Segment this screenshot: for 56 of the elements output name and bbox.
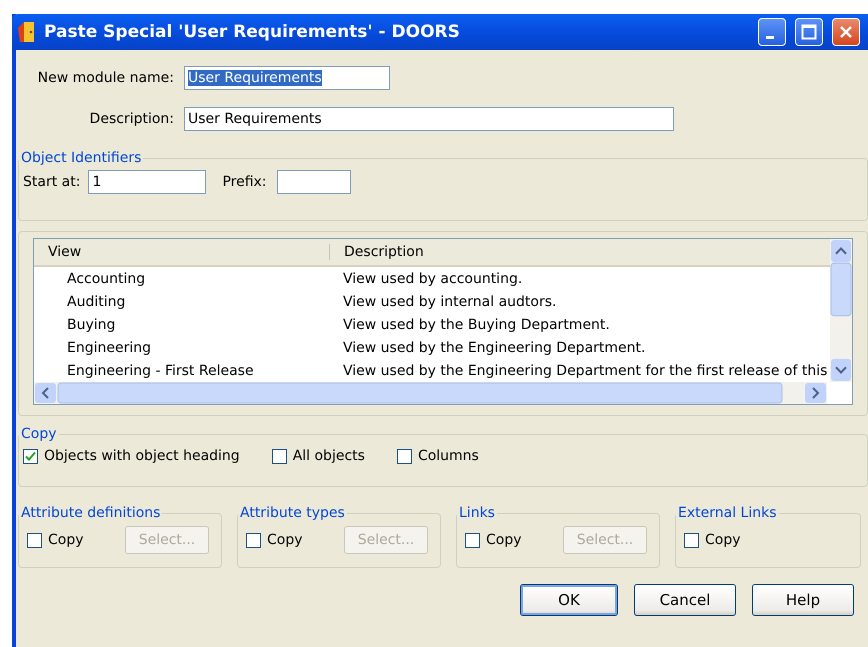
checkbox[interactable] (272, 448, 287, 464)
checkbox-label[interactable]: Copy (246, 532, 303, 548)
table-cell-text: Auditing (66, 294, 126, 310)
checkbox-label[interactable]: Objects with object heading (23, 448, 240, 464)
field-label: Description: (88, 111, 174, 127)
field-label: Start at: (23, 174, 80, 190)
dialog-button[interactable]: Help (752, 584, 854, 616)
close-button[interactable] (832, 18, 860, 46)
list-row[interactable]: Accounting View used by accounting. (34, 267, 830, 290)
checkbox-label[interactable]: All objects (272, 448, 365, 464)
minimize-icon (766, 36, 774, 38)
table-cell-text: Buying (66, 316, 116, 332)
checkbox[interactable] (23, 448, 38, 464)
table-cell-text: View used by the Engineering Department for the first release of this (342, 362, 828, 378)
field-label: Prefix: (222, 174, 267, 190)
table-cell-text: View used by accounting. (342, 270, 524, 286)
list-row[interactable]: Auditing View used by internal audtors. (34, 290, 830, 313)
list-row[interactable]: Engineering - First Release View used by the Engineering Department for the first release of this (34, 359, 830, 382)
list-row[interactable]: Buying View used by the Buying Department. (34, 313, 830, 336)
minimize-button[interactable] (758, 18, 786, 46)
table-cell-text: Engineering (66, 340, 152, 356)
window-title: Paste Special 'User Requirements' - DOORS (44, 22, 461, 42)
start-at-field[interactable]: 1 (88, 170, 206, 194)
vertical-scrollbar[interactable] (830, 239, 852, 382)
dialog-button[interactable]: OK (520, 584, 618, 616)
checkbox[interactable] (27, 532, 42, 548)
group-title: Links (458, 505, 496, 521)
group-title: Attribute definitions (20, 505, 162, 521)
checkbox[interactable] (465, 532, 480, 548)
list-row[interactable]: Engineering View used by the Engineering Department. (34, 336, 830, 359)
dialog-button[interactable]: Cancel (634, 584, 736, 616)
group-title: External Links (677, 505, 778, 521)
table-cell-text: View used by internal audtors. (342, 294, 558, 310)
table-cell-text: Engineering - First Release (66, 362, 255, 378)
horizontal-scrollbar[interactable] (34, 382, 827, 404)
maximize-icon (801, 24, 817, 40)
checkbox-label[interactable]: Copy (27, 532, 84, 548)
group-title: Object Identifiers (20, 150, 142, 166)
checkbox-label[interactable]: Copy (684, 532, 741, 548)
checkbox[interactable] (246, 532, 261, 548)
checkbox-label[interactable]: Copy (465, 532, 522, 548)
description-field[interactable]: User Requirements (184, 107, 674, 131)
maximize-button[interactable] (795, 18, 823, 46)
checkbox-label[interactable]: Columns (396, 448, 479, 464)
table-cell-text: View used by the Engineering Department. (342, 340, 646, 356)
module-name-field[interactable]: User Requirements (184, 66, 390, 90)
group-title: Copy (20, 426, 58, 442)
checkbox[interactable] (396, 448, 412, 464)
field-label: New module name: (36, 70, 174, 86)
table-cell-text: Accounting (66, 270, 146, 286)
group-title: Attribute types (239, 505, 346, 521)
column-header[interactable]: View (34, 244, 329, 260)
prefix-field[interactable] (276, 170, 351, 194)
checkbox[interactable] (684, 532, 699, 548)
close-icon (838, 24, 854, 40)
table-cell-text: View used by the Buying Department. (342, 316, 611, 332)
